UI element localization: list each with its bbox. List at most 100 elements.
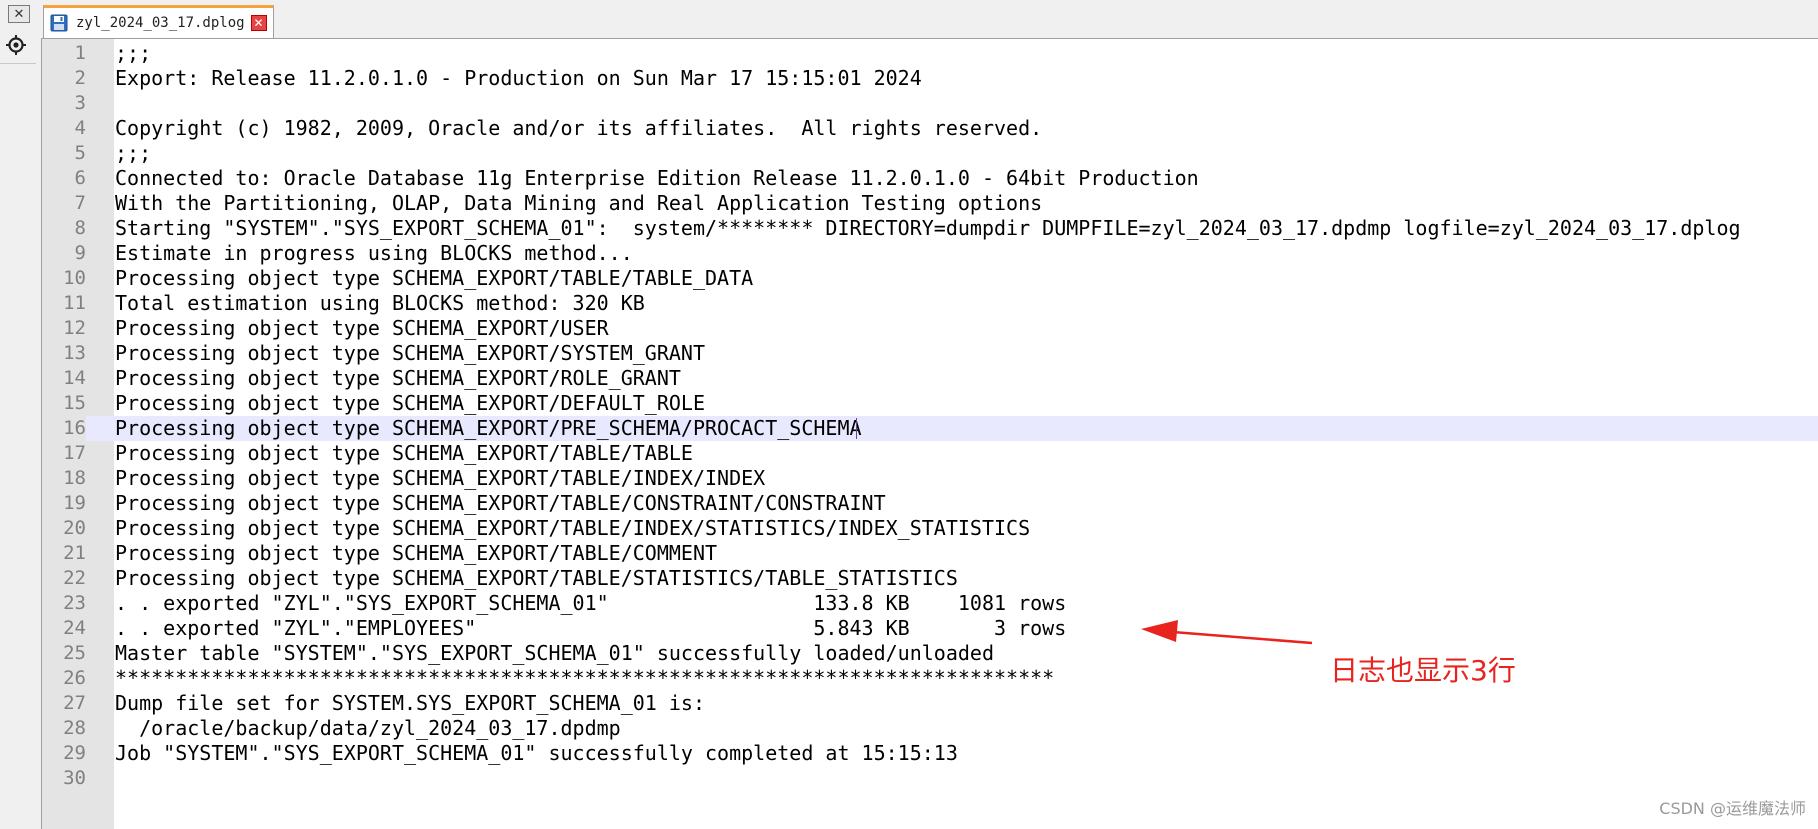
line-text: Processing object type SCHEMA_EXPORT/TAB… — [115, 566, 958, 590]
line-text: Processing object type SCHEMA_EXPORT/USE… — [115, 316, 609, 340]
line-number: 17 — [42, 441, 86, 466]
editor-line[interactable]: 6 Connected to: Oracle Database 11g Enter… — [42, 166, 1818, 191]
line-number: 13 — [42, 341, 86, 366]
editor-line[interactable]: 15 Processing object type SCHEMA_EXPORT/D… — [42, 391, 1818, 416]
line-number: 12 — [42, 316, 86, 341]
watermark: CSDN @运维魔法师 — [1659, 799, 1806, 818]
line-number: 1 — [42, 41, 86, 66]
line-number: 25 — [42, 641, 86, 666]
line-number: 14 — [42, 366, 86, 391]
line-number: 6 — [42, 166, 86, 191]
editor-line[interactable]: 19 Processing object type SCHEMA_EXPORT/T… — [42, 491, 1818, 516]
editor-line[interactable]: 26 **************************************… — [42, 666, 1818, 691]
line-text: ****************************************… — [115, 666, 1055, 690]
editor-line[interactable]: 17 Processing object type SCHEMA_EXPORT/T… — [42, 441, 1818, 466]
editor-line[interactable]: 30 — [42, 766, 1818, 791]
editor-line[interactable]: 1;;; — [42, 41, 1818, 66]
line-number: 15 — [42, 391, 86, 416]
editor-line[interactable]: 4 Copyright (c) 1982, 2009, Oracle and/or… — [42, 116, 1818, 141]
line-text: Copyright (c) 1982, 2009, Oracle and/or … — [115, 116, 1043, 140]
line-number: 16 — [42, 416, 86, 441]
line-number: 3 — [42, 91, 86, 116]
line-text: Dump file set for SYSTEM.SYS_EXPORT_SCHE… — [115, 691, 706, 715]
line-text: Processing object type SCHEMA_EXPORT/TAB… — [115, 541, 718, 565]
editor-line[interactable]: 5;;; — [42, 141, 1818, 166]
editor-line[interactable]: 20 Processing object type SCHEMA_EXPORT/T… — [42, 516, 1818, 541]
editor-line[interactable]: 3 — [42, 91, 1818, 116]
tab-bar: zyl_2024_03_17.dplog ✕ — [41, 0, 1818, 39]
line-number: 27 — [42, 691, 86, 716]
line-number: 8 — [42, 216, 86, 241]
line-number: 7 — [42, 191, 86, 216]
line-number: 20 — [42, 516, 86, 541]
line-text: Processing object type SCHEMA_EXPORT/PRE… — [115, 416, 862, 440]
line-number: 5 — [42, 141, 86, 166]
line-text: . . exported "ZYL"."SYS_EXPORT_SCHEMA_01… — [115, 591, 1067, 615]
line-text: Processing object type SCHEMA_EXPORT/TAB… — [115, 516, 1031, 540]
line-text: Connected to: Oracle Database 11g Enterp… — [115, 166, 1199, 190]
line-number: 29 — [42, 741, 86, 766]
line-text: ;;; — [115, 141, 152, 165]
editor-line[interactable]: 28 /oracle/backup/data/zyl_2024_03_17.dp… — [42, 716, 1818, 741]
line-number: 30 — [42, 766, 86, 791]
line-text: Processing object type SCHEMA_EXPORT/TAB… — [115, 466, 766, 490]
line-text: Processing object type SCHEMA_EXPORT/TAB… — [115, 441, 693, 465]
editor-line[interactable]: 18 Processing object type SCHEMA_EXPORT/T… — [42, 466, 1818, 491]
line-number: 10 — [42, 266, 86, 291]
editor-line[interactable]: 22 Processing object type SCHEMA_EXPORT/T… — [42, 566, 1818, 591]
editor-line[interactable]: 16 Processing object type SCHEMA_EXPORT/P… — [42, 416, 1818, 441]
line-text: Starting "SYSTEM"."SYS_EXPORT_SCHEMA_01"… — [115, 216, 1741, 240]
line-number: 18 — [42, 466, 86, 491]
text-editor[interactable]: 1;;; 2 Export: Release 11.2.0.1.0 - Produc… — [41, 39, 1818, 829]
line-text: With the Partitioning, OLAP, Data Mining… — [115, 191, 1043, 215]
tab-label: zyl_2024_03_17.dplog — [76, 15, 245, 31]
line-text: Master table "SYSTEM"."SYS_EXPORT_SCHEMA… — [115, 641, 994, 665]
line-number: 11 — [42, 291, 86, 316]
line-number: 22 — [42, 566, 86, 591]
line-number: 28 — [42, 716, 86, 741]
line-text: Processing object type SCHEMA_EXPORT/TAB… — [115, 266, 754, 290]
editor-line[interactable]: 25 Master table "SYSTEM"."SYS_EXPORT_SCHE… — [42, 641, 1818, 666]
editor-line[interactable]: 12 Processing object type SCHEMA_EXPORT/U… — [42, 316, 1818, 341]
line-text: Processing object type SCHEMA_EXPORT/DEF… — [115, 391, 706, 415]
toolstrip-divider — [0, 63, 36, 64]
line-text: Export: Release 11.2.0.1.0 - Production … — [115, 66, 922, 90]
close-panel-button[interactable]: ✕ — [8, 5, 30, 23]
annotation-label: 日志也显示3行 — [1330, 654, 1516, 687]
editor-line[interactable]: 7 With the Partitioning, OLAP, Data Minin… — [42, 191, 1818, 216]
line-text: /oracle/backup/data/zyl_2024_03_17.dpdmp — [115, 716, 621, 740]
left-toolstrip: ✕ — [0, 0, 42, 829]
editor-line[interactable]: 2 Export: Release 11.2.0.1.0 - Production… — [42, 66, 1818, 91]
editor-line[interactable]: 11 Total estimation using BLOCKS method: … — [42, 291, 1818, 316]
line-number: 24 — [42, 616, 86, 641]
editor-lines: 1;;; 2 Export: Release 11.2.0.1.0 - Produc… — [42, 39, 1818, 791]
line-text: Processing object type SCHEMA_EXPORT/SYS… — [115, 341, 706, 365]
editor-line[interactable]: 27 Dump file set for SYSTEM.SYS_EXPORT_SC… — [42, 691, 1818, 716]
editor-line[interactable]: 14 Processing object type SCHEMA_EXPORT/R… — [42, 366, 1818, 391]
line-text: . . exported "ZYL"."EMPLOYEES" 5.843 KB … — [115, 616, 1067, 640]
editor-line[interactable]: 24 . . exported "ZYL"."EMPLOYEES" 5.843 K… — [42, 616, 1818, 641]
editor-line[interactable]: 21 Processing object type SCHEMA_EXPORT/T… — [42, 541, 1818, 566]
line-text: Total estimation using BLOCKS method: 32… — [115, 291, 645, 315]
target-icon[interactable] — [5, 34, 27, 56]
line-number: 9 — [42, 241, 86, 266]
editor-line[interactable]: 10 Processing object type SCHEMA_EXPORT/T… — [42, 266, 1818, 291]
line-text: Processing object type SCHEMA_EXPORT/TAB… — [115, 491, 886, 515]
editor-line[interactable]: 13 Processing object type SCHEMA_EXPORT/S… — [42, 341, 1818, 366]
line-text: Job "SYSTEM"."SYS_EXPORT_SCHEMA_01" succ… — [115, 741, 958, 765]
line-number: 2 — [42, 66, 86, 91]
editor-line[interactable]: 23 . . exported "ZYL"."SYS_EXPORT_SCHEMA_… — [42, 591, 1818, 616]
editor-line[interactable]: 29 Job "SYSTEM"."SYS_EXPORT_SCHEMA_01" su… — [42, 741, 1818, 766]
line-number: 4 — [42, 116, 86, 141]
line-number: 26 — [42, 666, 86, 691]
line-text: Estimate in progress using BLOCKS method… — [115, 241, 633, 265]
line-number: 23 — [42, 591, 86, 616]
line-text: Processing object type SCHEMA_EXPORT/ROL… — [115, 366, 681, 390]
tab-dplog-file[interactable]: zyl_2024_03_17.dplog ✕ — [43, 5, 274, 38]
text-cursor — [856, 418, 857, 439]
line-text: ;;; — [115, 41, 152, 65]
close-tab-icon[interactable]: ✕ — [250, 15, 267, 31]
editor-line[interactable]: 8 Starting "SYSTEM"."SYS_EXPORT_SCHEMA_01… — [42, 216, 1818, 241]
line-number: 21 — [42, 541, 86, 566]
editor-line[interactable]: 9 Estimate in progress using BLOCKS metho… — [42, 241, 1818, 266]
